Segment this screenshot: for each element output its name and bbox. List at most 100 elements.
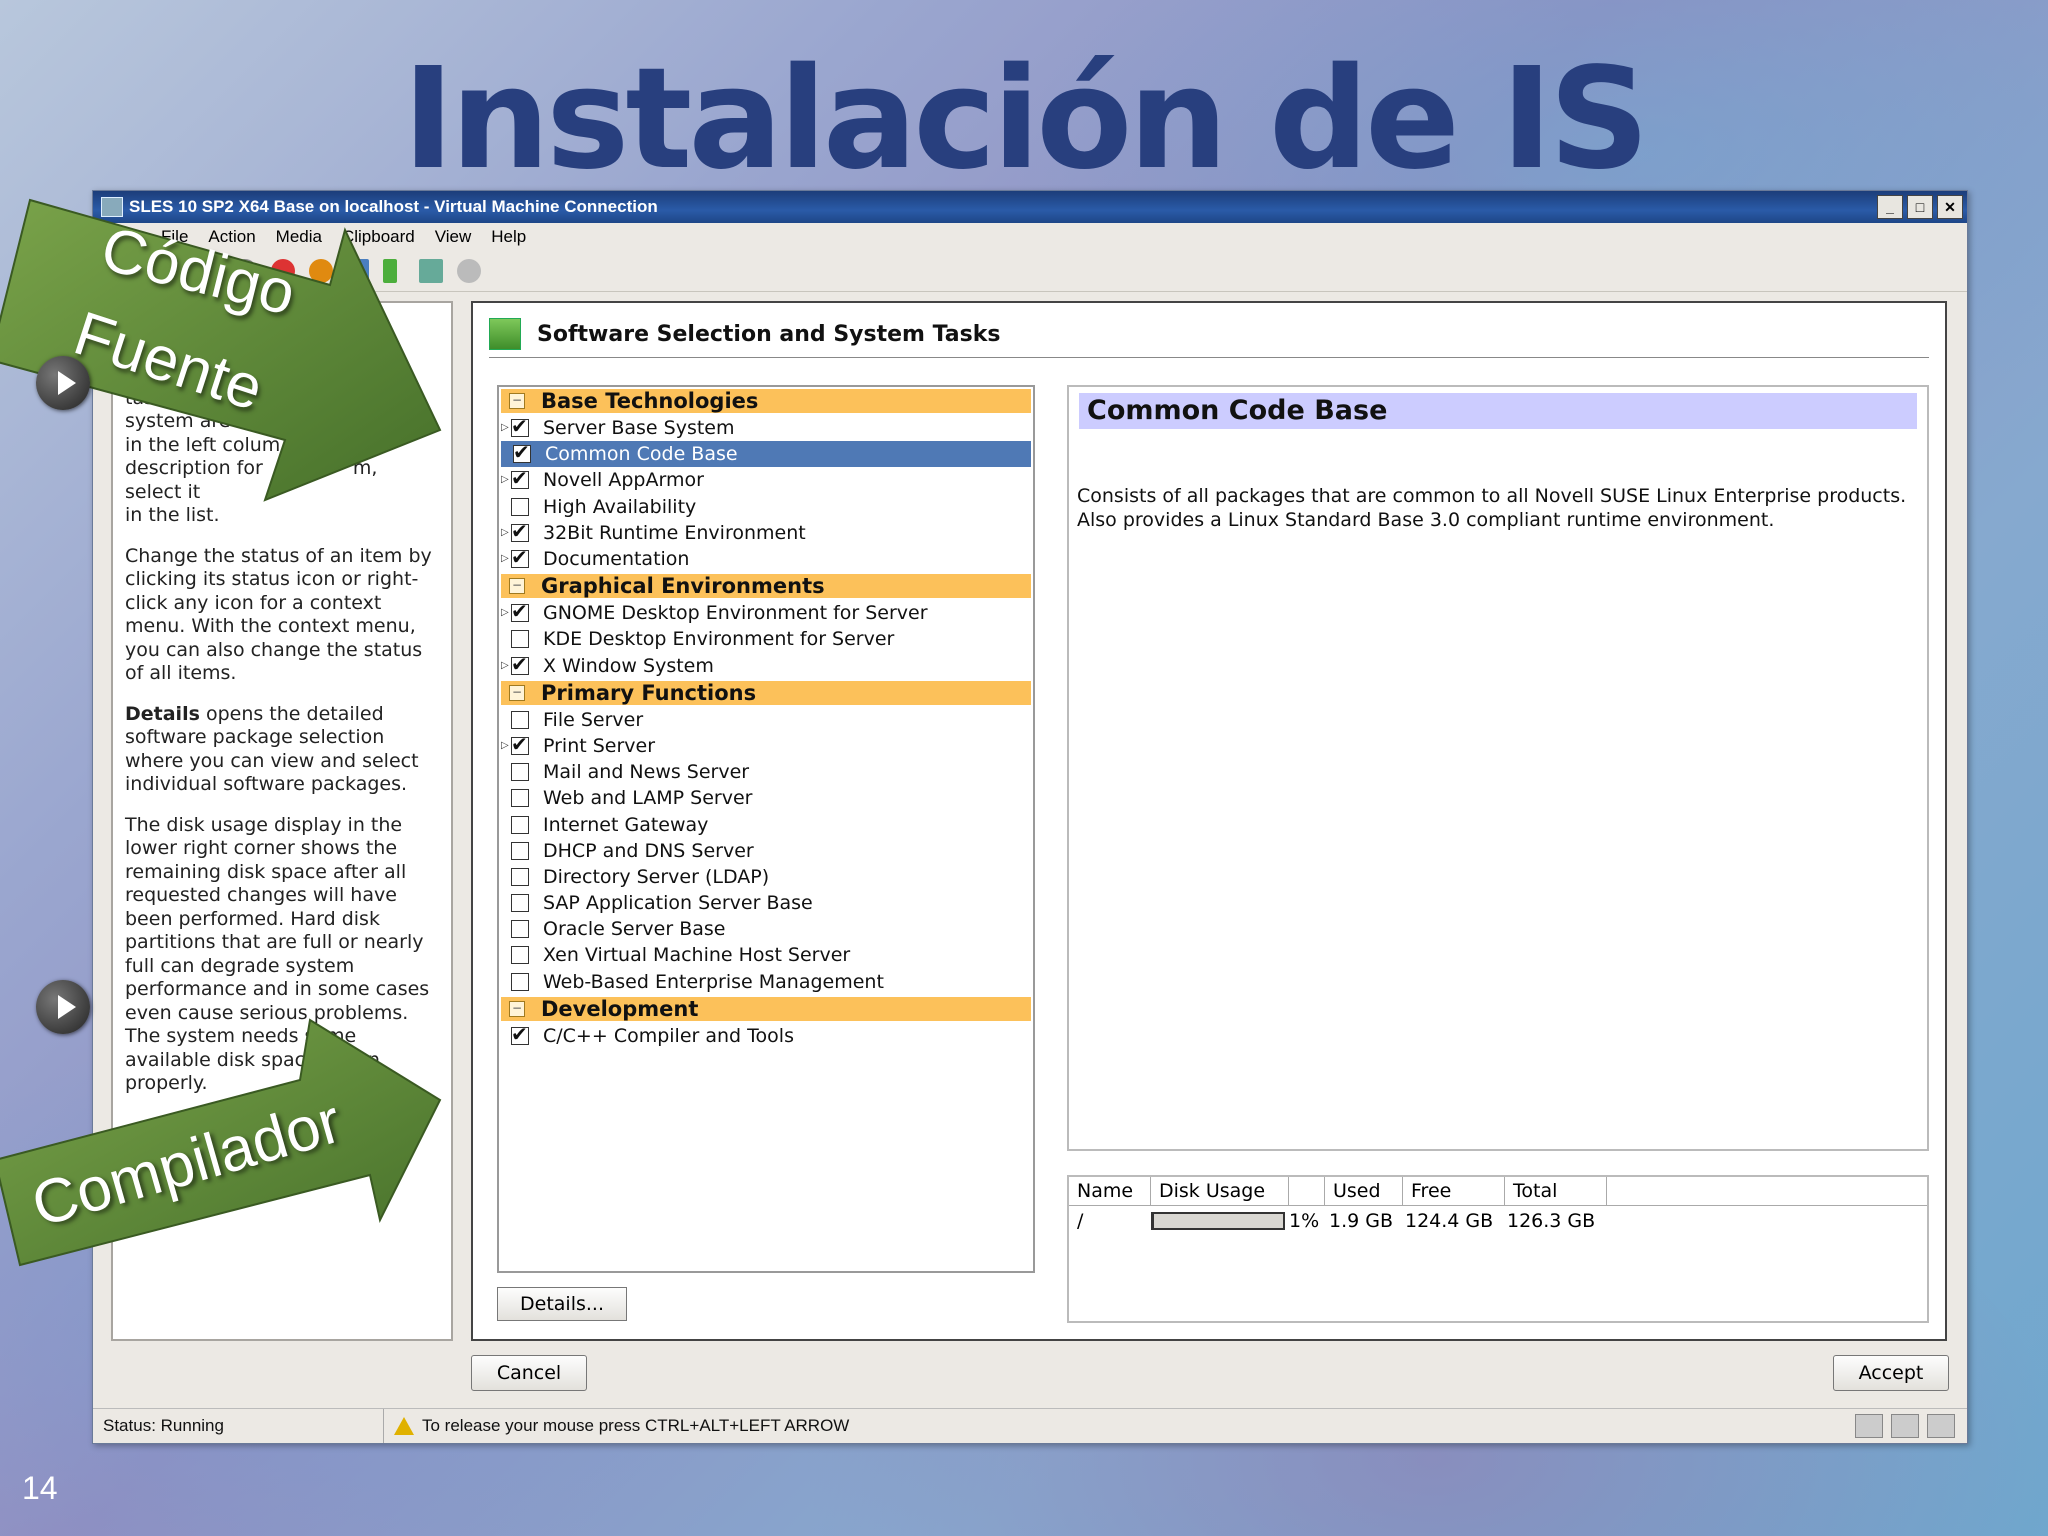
status-message: To release your mouse press CTRL+ALT+LEF… xyxy=(422,1416,850,1435)
auto-select-icon: ▷ xyxy=(501,474,509,486)
pattern-label: Documentation xyxy=(543,548,690,571)
help-paragraph-status: Change the status of an item by clicking… xyxy=(125,544,432,685)
pattern-checkbox[interactable] xyxy=(511,466,529,490)
pattern-item[interactable]: ▷ GNOME Desktop Environment for Server xyxy=(499,599,1033,626)
pattern-item[interactable]: Internet Gateway xyxy=(499,811,1033,837)
pattern-checkbox[interactable] xyxy=(511,763,529,782)
close-button[interactable]: ✕ xyxy=(1937,195,1963,219)
pattern-checkbox[interactable] xyxy=(511,894,529,913)
pattern-checkbox[interactable] xyxy=(511,946,529,965)
pattern-item[interactable]: ▷ X Window System xyxy=(499,652,1033,679)
pattern-label: SAP Application Server Base xyxy=(543,892,813,915)
disk-usage-header: Name Disk Usage Used Free Total xyxy=(1069,1177,1927,1206)
pattern-item[interactable]: Oracle Server Base xyxy=(499,916,1033,942)
cancel-button[interactable]: Cancel xyxy=(471,1355,587,1391)
auto-select-icon: ▷ xyxy=(501,526,509,538)
col-name[interactable]: Name xyxy=(1069,1177,1151,1205)
pattern-checkbox[interactable] xyxy=(511,710,529,729)
collapse-icon[interactable]: − xyxy=(509,393,525,409)
collapse-icon[interactable]: − xyxy=(509,684,525,701)
col-free[interactable]: Free xyxy=(1403,1177,1505,1205)
col-used[interactable]: Used xyxy=(1325,1177,1403,1205)
details-button[interactable]: Details... xyxy=(497,1287,627,1321)
auto-select-icon: ▷ xyxy=(501,607,509,619)
pattern-label: C/C++ Compiler and Tools xyxy=(543,1024,794,1047)
pattern-checkbox[interactable] xyxy=(511,920,529,939)
pattern-checkbox[interactable] xyxy=(511,841,529,860)
pattern-item[interactable]: File Server xyxy=(499,707,1033,733)
pattern-item[interactable]: Mail and News Server xyxy=(499,759,1033,785)
pattern-checkbox[interactable] xyxy=(511,545,529,569)
category-row[interactable]: − Development xyxy=(501,996,1031,1021)
pattern-item[interactable]: ▷ Server Base System xyxy=(499,414,1033,441)
pattern-item[interactable]: High Availability xyxy=(499,494,1033,520)
pattern-checkbox[interactable] xyxy=(513,440,531,464)
pattern-label: Novell AppArmor xyxy=(543,469,704,492)
pattern-label: DHCP and DNS Server xyxy=(543,839,754,862)
pattern-item[interactable]: Web-Based Enterprise Management xyxy=(499,969,1033,995)
pattern-checkbox[interactable] xyxy=(511,599,529,623)
pattern-item[interactable]: SAP Application Server Base xyxy=(499,890,1033,916)
accept-button[interactable]: Accept xyxy=(1833,1355,1949,1391)
pattern-label: Web-Based Enterprise Management xyxy=(543,970,884,993)
pattern-item[interactable]: ▷ Novell AppArmor xyxy=(499,466,1033,493)
disk-usage-percent: 1% xyxy=(1289,1210,1320,1232)
pattern-checkbox[interactable] xyxy=(511,519,529,543)
disk-usage-fill xyxy=(1153,1214,1155,1228)
status-icons xyxy=(1855,1414,1955,1438)
revert-icon[interactable] xyxy=(457,259,481,283)
col-percent[interactable] xyxy=(1289,1177,1325,1205)
pattern-item[interactable]: Common Code Base xyxy=(501,440,1031,468)
pattern-checkbox[interactable] xyxy=(511,630,529,649)
minimize-button[interactable]: _ xyxy=(1877,195,1903,219)
warning-icon xyxy=(394,1417,414,1435)
section-title: Software Selection and System Tasks xyxy=(537,321,1001,347)
pattern-checkbox[interactable] xyxy=(511,652,529,676)
disk-usage-bar xyxy=(1151,1212,1285,1230)
auto-select-icon xyxy=(501,870,509,884)
col-disk-usage[interactable]: Disk Usage xyxy=(1151,1177,1289,1205)
pattern-list[interactable]: −Base Technologies▷Server Base SystemCom… xyxy=(497,385,1035,1273)
menu-help[interactable]: Help xyxy=(481,227,536,247)
pattern-checkbox[interactable] xyxy=(511,414,529,438)
pattern-checkbox[interactable] xyxy=(511,789,529,808)
maximize-button[interactable]: □ xyxy=(1907,195,1933,219)
description-pane: Common Code Base Consists of all package… xyxy=(1067,385,1929,1151)
col-total[interactable]: Total xyxy=(1505,1177,1607,1205)
pattern-item[interactable]: Xen Virtual Machine Host Server xyxy=(499,942,1033,968)
category-row[interactable]: − Base Technologies xyxy=(501,389,1031,413)
category-row[interactable]: − Primary Functions xyxy=(501,680,1031,705)
pattern-checkbox[interactable] xyxy=(511,815,529,834)
pattern-item[interactable]: DHCP and DNS Server xyxy=(499,838,1033,864)
pattern-item[interactable]: Web and LAMP Server xyxy=(499,785,1033,811)
collapse-icon[interactable]: − xyxy=(509,578,525,595)
auto-select-icon xyxy=(501,948,509,962)
pattern-checkbox[interactable] xyxy=(511,732,529,756)
pattern-item[interactable]: ▷ Print Server xyxy=(499,732,1033,759)
pattern-item[interactable]: ▷ 32Bit Runtime Environment xyxy=(499,519,1033,546)
play-icon[interactable] xyxy=(36,980,90,1034)
pattern-label: KDE Desktop Environment for Server xyxy=(543,628,895,651)
pattern-label: 32Bit Runtime Environment xyxy=(543,521,806,544)
category-label: Primary Functions xyxy=(541,680,757,705)
pattern-checkbox[interactable] xyxy=(511,497,529,516)
pattern-item[interactable]: ▷ Documentation xyxy=(499,545,1033,572)
disk-used: 1.9 GB xyxy=(1329,1210,1394,1232)
auto-select-icon: ▷ xyxy=(501,553,509,565)
pattern-checkbox[interactable] xyxy=(511,972,529,991)
collapse-icon[interactable]: − xyxy=(509,1000,525,1017)
pattern-item[interactable]: C/C++ Compiler and Tools xyxy=(499,1022,1033,1049)
pattern-checkbox[interactable] xyxy=(511,1022,529,1046)
pattern-label: Oracle Server Base xyxy=(543,918,726,941)
pattern-checkbox[interactable] xyxy=(511,867,529,886)
pattern-label: Print Server xyxy=(543,734,656,757)
play-icon[interactable] xyxy=(36,356,90,410)
pattern-item[interactable]: Directory Server (LDAP) xyxy=(499,864,1033,890)
keyboard-icon xyxy=(1855,1414,1883,1438)
table-row[interactable]: / 1% 1.9 GB 124.4 GB 126.3 GB xyxy=(1069,1206,1927,1236)
category-label: Base Technologies xyxy=(541,389,759,413)
pattern-item[interactable]: KDE Desktop Environment for Server xyxy=(499,626,1033,652)
category-row[interactable]: − Graphical Environments xyxy=(501,574,1031,599)
lock-icon xyxy=(1927,1414,1955,1438)
auto-select-icon xyxy=(501,1029,509,1043)
